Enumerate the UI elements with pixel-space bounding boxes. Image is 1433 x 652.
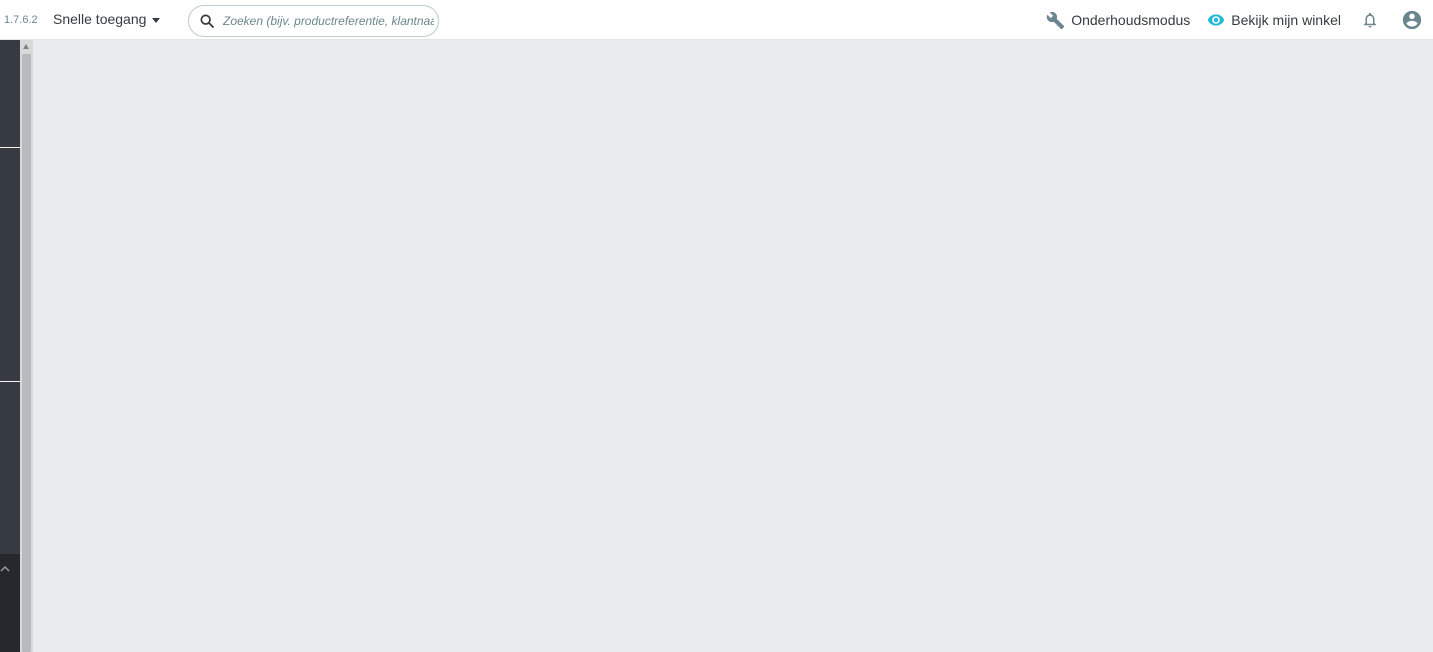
scroll-up-arrow-icon[interactable] — [23, 44, 29, 49]
maintenance-mode-label: Onderhoudsmodus — [1071, 12, 1191, 28]
search-input[interactable] — [221, 13, 436, 29]
search-box[interactable] — [188, 5, 439, 37]
maintenance-mode-link[interactable]: Onderhoudsmodus — [1046, 11, 1190, 30]
eye-icon — [1208, 14, 1225, 26]
main-content-area — [33, 40, 1433, 652]
account-button[interactable] — [1401, 9, 1423, 31]
view-my-shop-link[interactable]: Bekijk mijn winkel — [1207, 11, 1341, 29]
quick-access-dropdown[interactable]: Snelle toegang — [53, 11, 161, 27]
header-actions: Onderhoudsmodus Bekijk mijn winkel — [1046, 0, 1433, 40]
chevron-up-icon[interactable] — [0, 564, 10, 574]
notifications-button[interactable] — [1361, 10, 1379, 30]
scrollbar-thumb[interactable] — [22, 54, 31, 652]
caret-down-icon — [152, 17, 161, 23]
wrench-icon — [1046, 11, 1065, 29]
sidebar-divider — [0, 381, 20, 382]
bell-icon — [1364, 12, 1376, 28]
vertical-scrollbar[interactable] — [20, 40, 33, 652]
user-icon — [1402, 10, 1422, 30]
top-bar: 1.7.6.2 Snelle toegang Onderhoudsmodus B… — [0, 0, 1433, 40]
search-icon[interactable] — [199, 13, 215, 29]
quick-access-label: Snelle toegang — [53, 11, 147, 27]
sidebar-divider — [0, 147, 20, 148]
view-my-shop-label: Bekijk mijn winkel — [1231, 12, 1341, 28]
side-navigation — [0, 40, 20, 652]
version-label: 1.7.6.2 — [4, 14, 38, 26]
